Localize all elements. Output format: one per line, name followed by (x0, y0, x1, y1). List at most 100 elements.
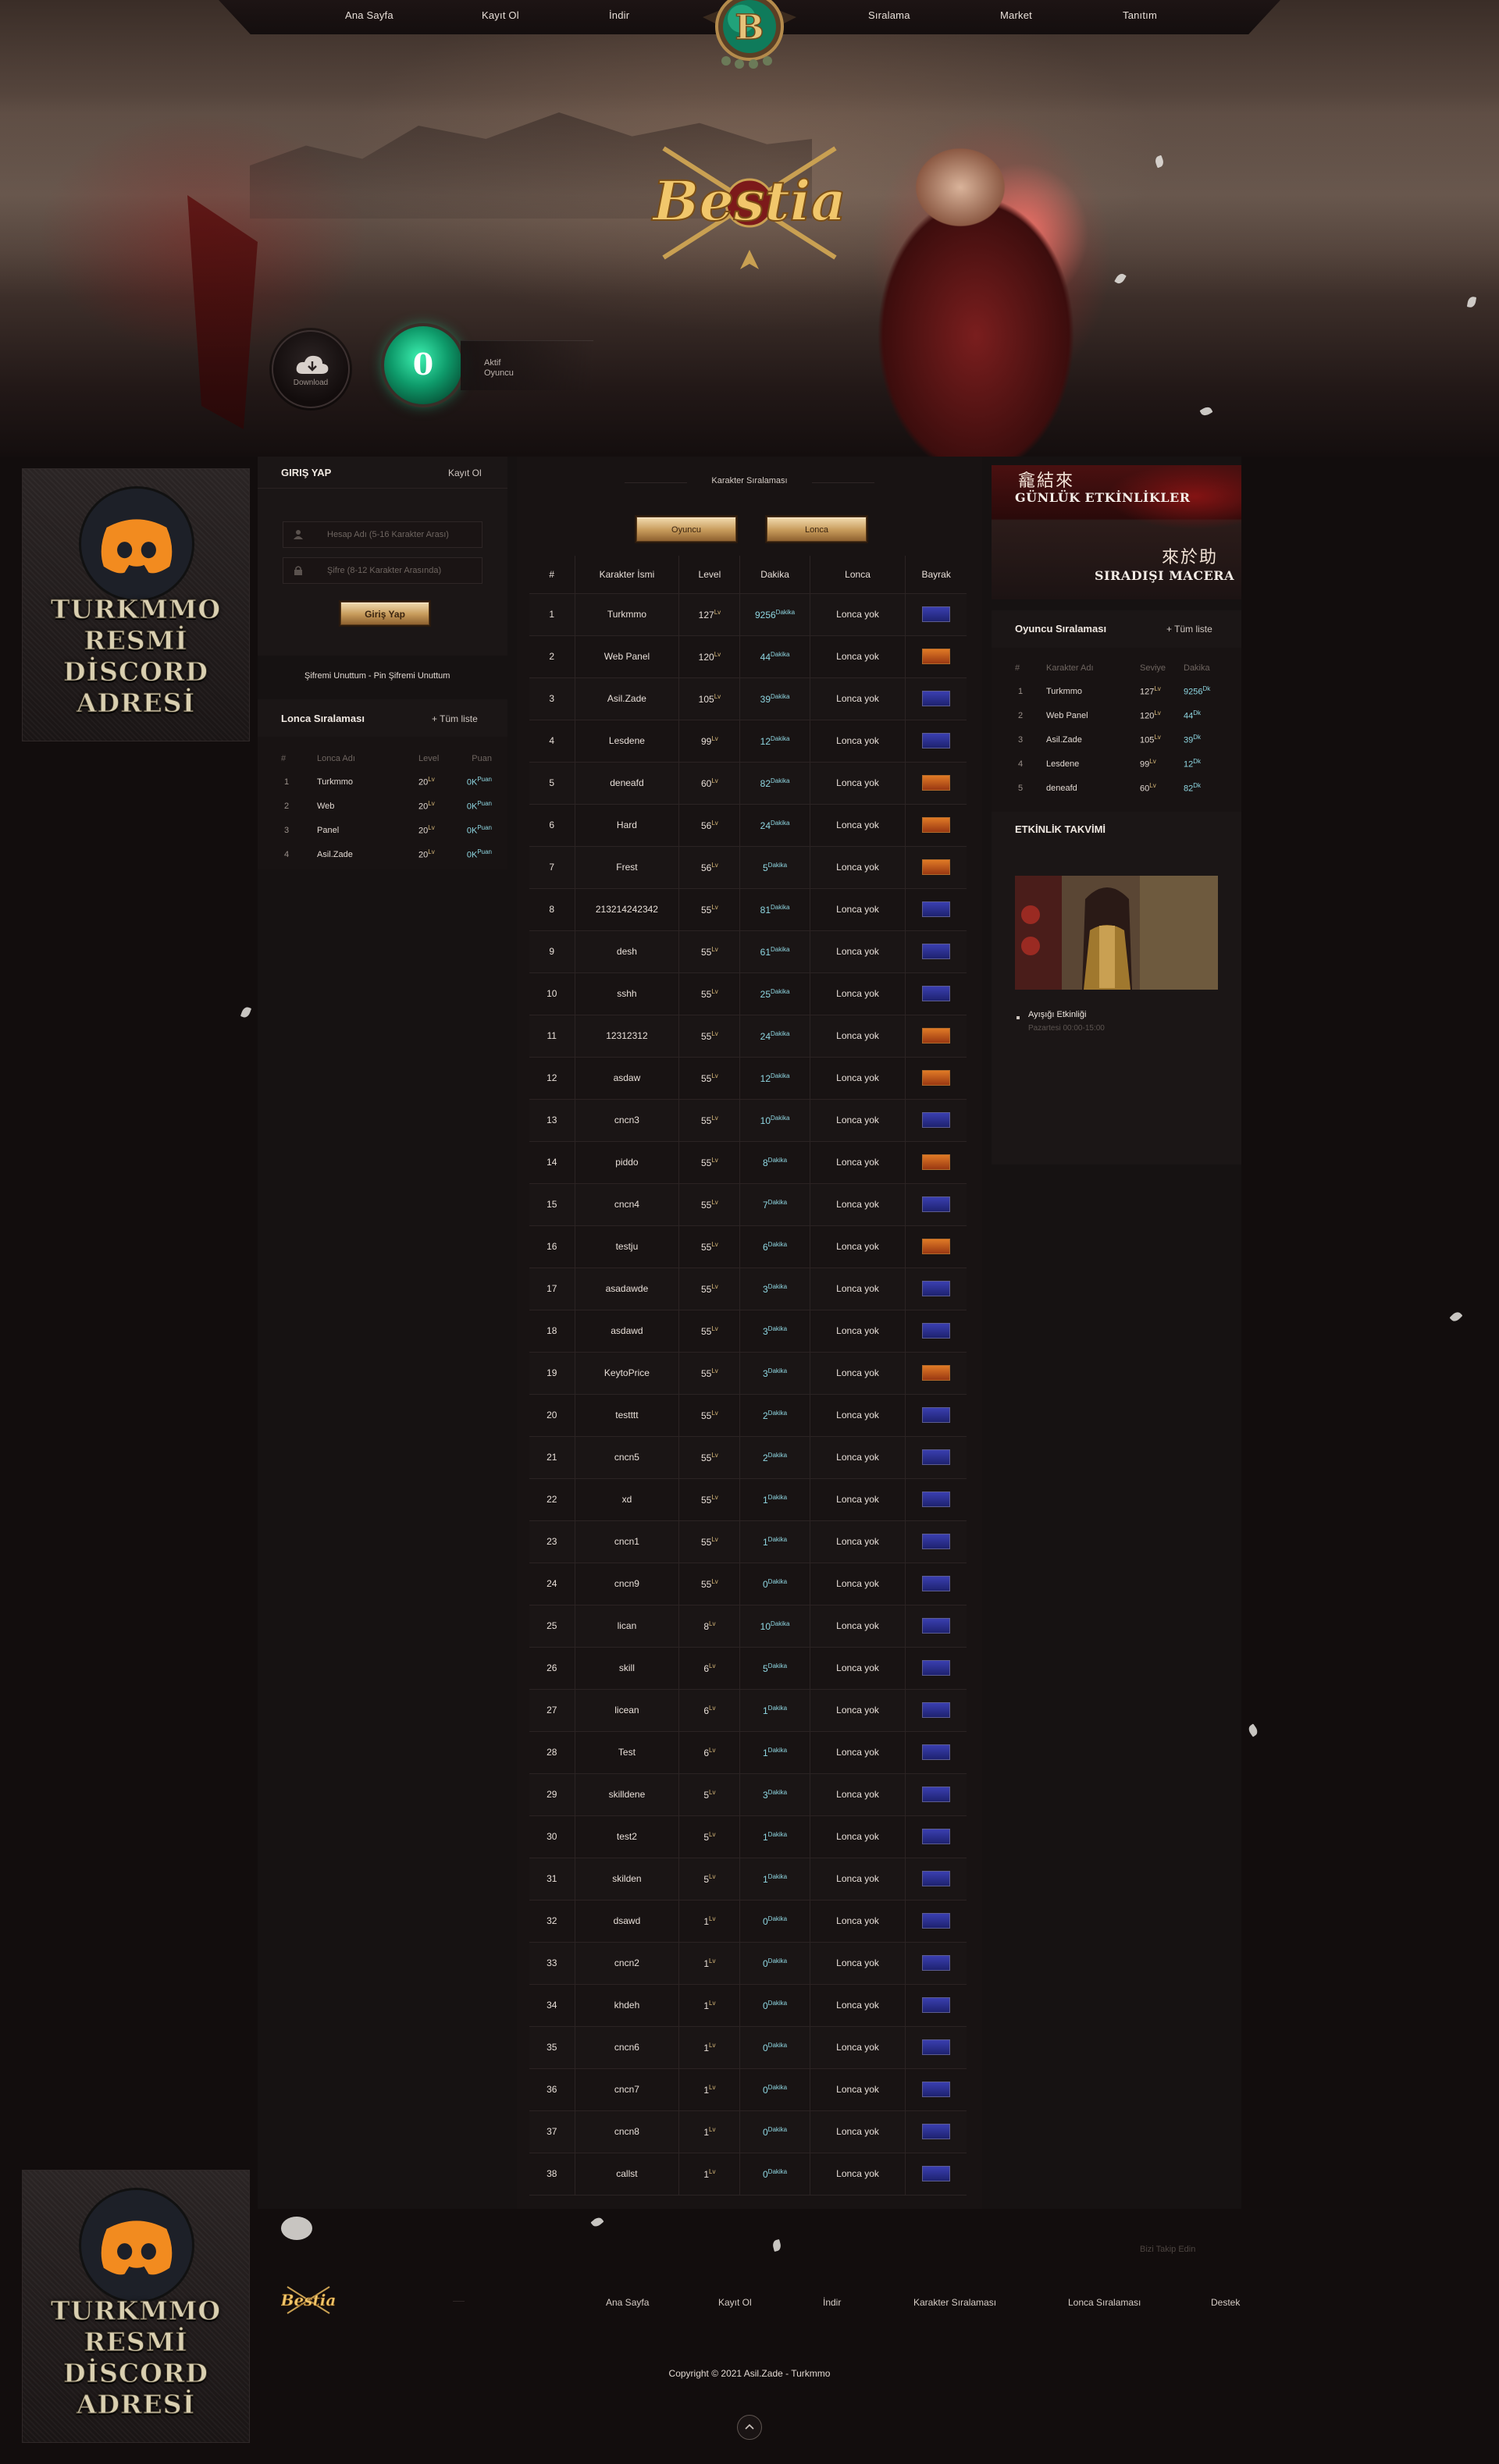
player-row[interactable]: 5 deneafd 60Lv 82Dk (1015, 776, 1226, 800)
character-name[interactable]: KeytoPrice (574, 1352, 679, 1395)
character-name[interactable]: cncn3 (574, 1099, 679, 1142)
nav-market[interactable]: Market (1000, 9, 1032, 21)
character-name[interactable]: 12312312 (574, 1015, 679, 1058)
nav-intro[interactable]: Tanıtım (1123, 9, 1157, 21)
character-name[interactable]: khdeh (574, 1984, 679, 2027)
character-name[interactable]: cncn1 (574, 1520, 679, 1563)
ranking-row[interactable]: 34 khdeh 1Lv 0Dakika Lonca yok (529, 1984, 967, 2027)
ranking-row[interactable]: 11 12312312 55Lv 24Dakika Lonca yok (529, 1015, 967, 1058)
username-field[interactable]: Hesap Adı (5-16 Karakter Arası) (283, 521, 482, 548)
ranking-row[interactable]: 22 xd 55Lv 1Dakika Lonca yok (529, 1478, 967, 1521)
player-row[interactable]: 1 Turkmmo 127Lv 9256Dk (1015, 679, 1226, 703)
ranking-row[interactable]: 5 deneafd 60Lv 82Dakika Lonca yok (529, 762, 967, 805)
ranking-row[interactable]: 37 cncn8 1Lv 0Dakika Lonca yok (529, 2110, 967, 2153)
nav-home[interactable]: Ana Sayfa (345, 9, 393, 21)
ranking-row[interactable]: 15 cncn4 55Lv 7Dakika Lonca yok (529, 1183, 967, 1226)
ranking-row[interactable]: 16 testju 55Lv 6Dakika Lonca yok (529, 1225, 967, 1268)
character-name[interactable]: cncn4 (574, 1183, 679, 1226)
ranking-row[interactable]: 1 Turkmmo 127Lv 9256Dakika Lonca yok (529, 593, 967, 636)
download-button[interactable]: Download (272, 330, 350, 408)
guild-row[interactable]: 2 Web 20Lv 0KPuan (281, 794, 492, 818)
discord-ad-bottom[interactable]: TURKMMO RESMİ DİSCORD ADRESİ (22, 2170, 250, 2443)
player-row[interactable]: 2 Web Panel 120Lv 44Dk (1015, 703, 1226, 727)
ranking-row[interactable]: 12 asdaw 55Lv 12Dakika Lonca yok (529, 1057, 967, 1100)
tab-guild-ranking[interactable]: Lonca (767, 517, 867, 542)
nav-ranking[interactable]: Sıralama (868, 9, 910, 21)
ranking-row[interactable]: 10 sshh 55Lv 25Dakika Lonca yok (529, 972, 967, 1015)
ranking-row[interactable]: 24 cncn9 55Lv 0Dakika Lonca yok (529, 1563, 967, 1605)
ranking-row[interactable]: 18 asdawd 55Lv 3Dakika Lonca yok (529, 1310, 967, 1353)
ranking-row[interactable]: 20 testttt 55Lv 2Dakika Lonca yok (529, 1394, 967, 1437)
character-name[interactable]: piddo (574, 1141, 679, 1184)
player-row[interactable]: 4 Lesdene 99Lv 12Dk (1015, 752, 1226, 776)
footer-link-download[interactable]: İndir (823, 2297, 841, 2308)
ranking-row[interactable]: 32 dsawd 1Lv 0Dakika Lonca yok (529, 1900, 967, 1943)
character-name[interactable]: deneafd (574, 762, 679, 805)
forgot-password-link[interactable]: Şifremi Unuttum - Pin Şifremi Unuttum (304, 671, 450, 681)
character-name[interactable]: cncn6 (574, 2026, 679, 2069)
character-name[interactable]: asadawde (574, 1268, 679, 1310)
guild-row[interactable]: 3 Panel 20Lv 0KPuan (281, 818, 492, 842)
character-name[interactable]: Frest (574, 846, 679, 889)
player-ranking-all-link[interactable]: + Tüm liste (1166, 624, 1212, 635)
daily-events-banner[interactable]: 龕結來 GÜNLÜK ETKİNLİKLER 來於助 SIRADIŞI MACE… (992, 465, 1241, 599)
character-name[interactable]: Lesdene (574, 720, 679, 763)
character-name[interactable]: desh (574, 930, 679, 973)
ranking-row[interactable]: 2 Web Panel 120Lv 44Dakika Lonca yok (529, 635, 967, 678)
character-name[interactable]: callst (574, 2153, 679, 2196)
ranking-row[interactable]: 23 cncn1 55Lv 1Dakika Lonca yok (529, 1520, 967, 1563)
guild-row[interactable]: 1 Turkmmo 20Lv 0KPuan (281, 770, 492, 794)
character-name[interactable]: licean (574, 1689, 679, 1732)
ranking-row[interactable]: 19 KeytoPrice 55Lv 3Dakika Lonca yok (529, 1352, 967, 1395)
scroll-to-top-button[interactable] (737, 2415, 762, 2440)
tab-player-ranking[interactable]: Oyuncu (636, 517, 736, 542)
footer-link-home[interactable]: Ana Sayfa (606, 2297, 649, 2308)
event-calendar-artwork[interactable] (1015, 876, 1218, 990)
discord-ad-top[interactable]: TURKMMO RESMİ DİSCORD ADRESİ (22, 468, 250, 741)
ranking-row[interactable]: 33 cncn2 1Lv 0Dakika Lonca yok (529, 1942, 967, 1985)
character-name[interactable]: cncn7 (574, 2068, 679, 2111)
character-name[interactable]: Web Panel (574, 635, 679, 678)
character-name[interactable]: lican (574, 1605, 679, 1648)
footer-link-character-ranking[interactable]: Karakter Sıralaması (913, 2297, 996, 2308)
ranking-row[interactable]: 6 Hard 56Lv 24Dakika Lonca yok (529, 804, 967, 847)
nav-register[interactable]: Kayıt Ol (482, 9, 519, 21)
ranking-row[interactable]: 8 213214242342 55Lv 81Dakika Lonca yok (529, 888, 967, 931)
character-name[interactable]: testju (574, 1225, 679, 1268)
ranking-row[interactable]: 38 callst 1Lv 0Dakika Lonca yok (529, 2153, 967, 2196)
ranking-row[interactable]: 30 test2 5Lv 1Dakika Lonca yok (529, 1815, 967, 1858)
character-name[interactable]: xd (574, 1478, 679, 1521)
character-name[interactable]: cncn2 (574, 1942, 679, 1985)
site-logo-coin[interactable]: B (691, 0, 808, 72)
guild-ranking-all-link[interactable]: + Tüm liste (432, 713, 478, 724)
ranking-row[interactable]: 21 cncn5 55Lv 2Dakika Lonca yok (529, 1436, 967, 1479)
footer-brand-logo[interactable]: Bestia (281, 2282, 336, 2318)
ranking-row[interactable]: 17 asadawde 55Lv 3Dakika Lonca yok (529, 1268, 967, 1310)
ranking-row[interactable]: 27 licean 6Lv 1Dakika Lonca yok (529, 1689, 967, 1732)
character-name[interactable]: dsawd (574, 1900, 679, 1943)
login-submit-button[interactable]: Giriş Yap (340, 602, 429, 625)
guild-row[interactable]: 4 Asil.Zade 20Lv 0KPuan (281, 842, 492, 866)
character-name[interactable]: cncn9 (574, 1563, 679, 1605)
ranking-row[interactable]: 13 cncn3 55Lv 10Dakika Lonca yok (529, 1099, 967, 1142)
ranking-row[interactable]: 26 skill 6Lv 5Dakika Lonca yok (529, 1647, 967, 1690)
character-name[interactable]: skill (574, 1647, 679, 1690)
character-name[interactable]: Test (574, 1731, 679, 1774)
character-name[interactable]: Hard (574, 804, 679, 847)
character-name[interactable]: asdawd (574, 1310, 679, 1353)
character-name[interactable]: cncn8 (574, 2110, 679, 2153)
footer-link-register[interactable]: Kayıt Ol (718, 2297, 752, 2308)
character-name[interactable]: asdaw (574, 1057, 679, 1100)
password-field[interactable]: Şifre (8-12 Karakter Arasında) (283, 557, 482, 584)
ranking-row[interactable]: 31 skilden 5Lv 1Dakika Lonca yok (529, 1858, 967, 1900)
ranking-row[interactable]: 29 skilldene 5Lv 3Dakika Lonca yok (529, 1773, 967, 1816)
ranking-row[interactable]: 4 Lesdene 99Lv 12Dakika Lonca yok (529, 720, 967, 763)
character-name[interactable]: Turkmmo (574, 593, 679, 636)
nav-download[interactable]: İndir (609, 9, 629, 21)
ranking-row[interactable]: 3 Asil.Zade 105Lv 39Dakika Lonca yok (529, 677, 967, 720)
character-name[interactable]: skilden (574, 1858, 679, 1900)
character-name[interactable]: cncn5 (574, 1436, 679, 1479)
ranking-row[interactable]: 25 lican 8Lv 10Dakika Lonca yok (529, 1605, 967, 1648)
character-name[interactable]: testttt (574, 1394, 679, 1437)
character-name[interactable]: test2 (574, 1815, 679, 1858)
